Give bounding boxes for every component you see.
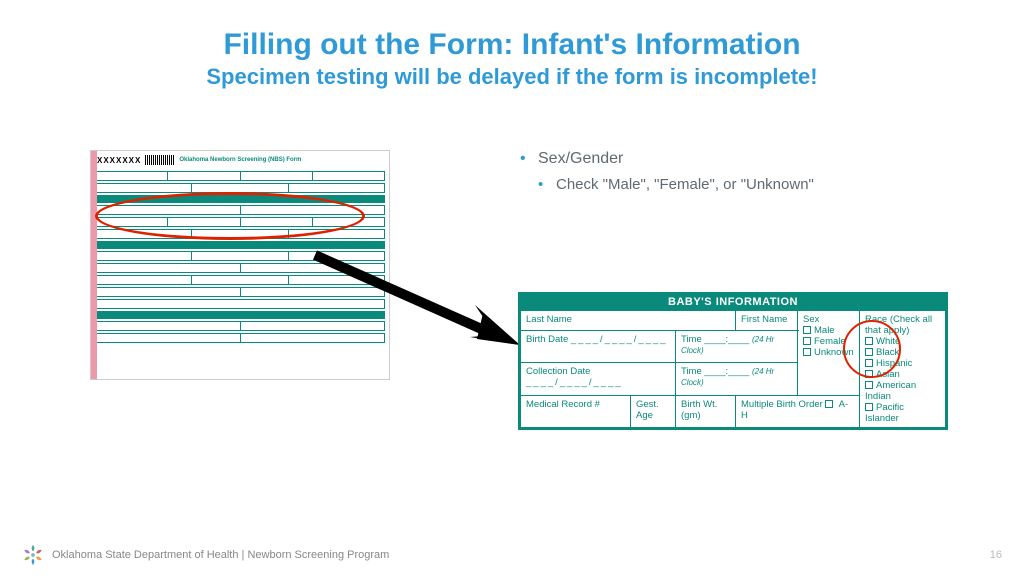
- form-detail-panel: BABY'S INFORMATION Last Name First Name …: [518, 292, 948, 430]
- sex-opt-2: Unknown: [814, 347, 854, 358]
- label-birth-date: Birth Date: [526, 334, 568, 345]
- race-opt-0: White: [876, 336, 900, 347]
- bullet-list: Sex/Gender Check "Male", "Female", or "U…: [520, 150, 990, 193]
- slide-title: Filling out the Form: Infant's Informati…: [0, 28, 1024, 62]
- checkbox-icon: [803, 337, 811, 345]
- label-gest-age: Gest. Age: [636, 399, 659, 421]
- page-number: 16: [990, 549, 1002, 561]
- label-time-1: Time: [681, 334, 702, 345]
- race-opt-1: Black: [876, 347, 899, 358]
- race-opt-2: Hispanic: [876, 358, 912, 369]
- label-race: Race (Check all that apply): [865, 314, 932, 336]
- checkbox-icon: [865, 403, 873, 411]
- label-medical-record: Medical Record #: [526, 399, 600, 410]
- label-multiple-birth: Multiple Birth Order: [741, 399, 823, 410]
- checkbox-icon: [865, 381, 873, 389]
- time-blank: ____:____: [704, 334, 749, 345]
- sex-opt-1: Female: [814, 336, 846, 347]
- detail-header: BABY'S INFORMATION: [520, 294, 946, 310]
- label-collection-date: Collection Date: [526, 366, 590, 377]
- checkbox-icon: [865, 370, 873, 378]
- slide-subtitle: Specimen testing will be delayed if the …: [0, 64, 1024, 90]
- bullet-2: Check "Male", "Female", or "Unknown": [520, 176, 990, 193]
- label-first-name: First Name: [741, 314, 787, 325]
- form-thumb-title: Oklahoma Newborn Screening (NBS) Form: [179, 157, 301, 163]
- label-time-2: Time: [681, 366, 702, 377]
- time-blank: ____:____: [704, 366, 749, 377]
- race-opt-3: Asian: [876, 369, 900, 380]
- arrow-icon: [305, 245, 535, 355]
- sex-opt-0: Male: [814, 325, 835, 336]
- checkbox-icon: [825, 400, 833, 408]
- footer-org: Oklahoma State Department of Health | Ne…: [52, 549, 389, 561]
- checkbox-icon: [865, 348, 873, 356]
- date-blank: ____/____/____: [571, 334, 668, 345]
- checkbox-icon: [865, 337, 873, 345]
- bullet-1: Sex/Gender: [520, 150, 990, 168]
- label-sex: Sex: [803, 314, 819, 325]
- form-serial: XXXXXXX: [97, 156, 141, 165]
- barcode-icon: [145, 155, 175, 165]
- label-birth-wt: Birth Wt. (gm): [681, 399, 717, 421]
- checkbox-icon: [865, 359, 873, 367]
- checkbox-icon: [803, 326, 811, 334]
- date-blank: ____/____/____: [526, 377, 623, 388]
- logo-icon: [22, 544, 44, 566]
- checkbox-icon: [803, 348, 811, 356]
- label-last-name: Last Name: [526, 314, 572, 325]
